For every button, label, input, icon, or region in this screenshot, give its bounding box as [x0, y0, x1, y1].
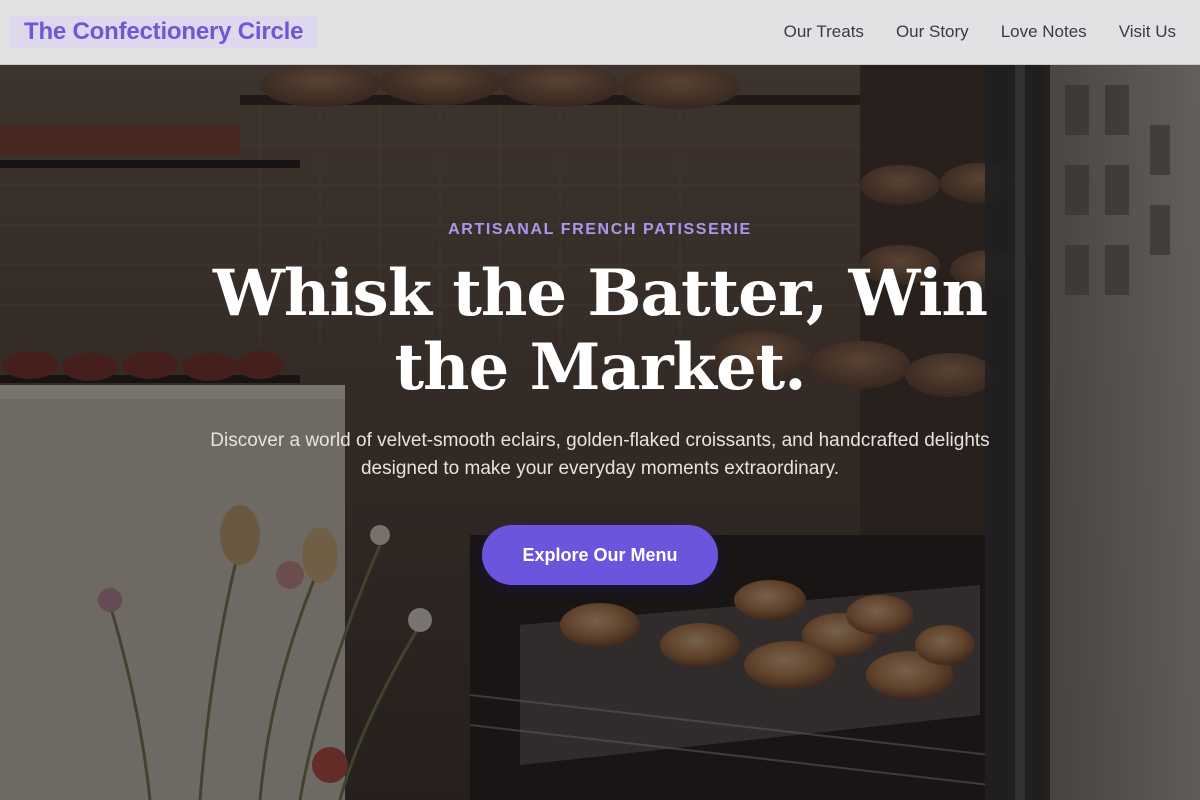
nav-link-love-notes[interactable]: Love Notes — [1001, 22, 1087, 42]
hero-section: ARTISANAL FRENCH PATISSERIE Whisk the Ba… — [0, 65, 1200, 800]
hero-content: ARTISANAL FRENCH PATISSERIE Whisk the Ba… — [0, 65, 1200, 800]
explore-menu-button[interactable]: Explore Our Menu — [482, 525, 718, 585]
nav-link-visit-us[interactable]: Visit Us — [1119, 22, 1176, 42]
nav-links: Our Treats Our Story Love Notes Visit Us — [784, 22, 1176, 42]
hero-eyebrow: ARTISANAL FRENCH PATISSERIE — [448, 221, 752, 238]
nav-link-our-treats[interactable]: Our Treats — [784, 22, 864, 42]
brand-logo[interactable]: The Confectionery Circle — [10, 16, 318, 48]
hero-subtext: Discover a world of velvet-smooth eclair… — [210, 430, 990, 479]
hero-headline: Whisk the Batter, Win the Market. — [212, 256, 988, 405]
nav-link-our-story[interactable]: Our Story — [896, 22, 969, 42]
navbar: The Confectionery Circle Our Treats Our … — [0, 0, 1200, 65]
